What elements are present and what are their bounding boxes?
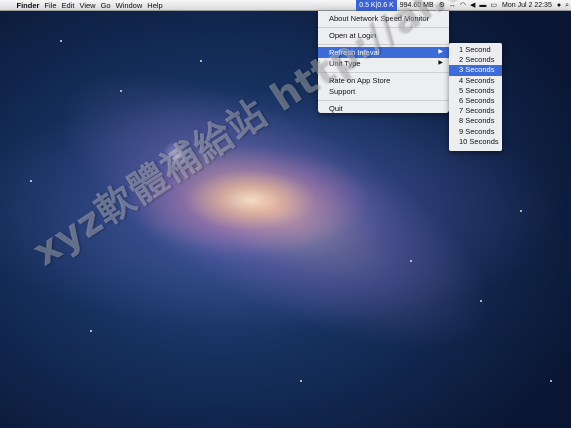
- star: [480, 300, 482, 302]
- star: [90, 330, 92, 332]
- submenu-arrow-icon: ▶: [438, 60, 443, 66]
- submenu-item-8[interactable]: 8 Seconds: [449, 116, 502, 126]
- star: [200, 60, 202, 62]
- submenu-item-3[interactable]: 3 Seconds: [449, 65, 502, 76]
- submenu-arrow-icon: ▶: [438, 49, 443, 55]
- menu-help[interactable]: Help: [145, 0, 165, 11]
- menu-view[interactable]: View: [77, 0, 98, 11]
- submenu-item-9[interactable]: 9 Seconds: [449, 127, 502, 137]
- refresh-interval-submenu: 1 Second 2 Seconds 3 Seconds 4 Seconds 5…: [449, 43, 502, 151]
- submenu-item-10[interactable]: 10 Seconds: [449, 137, 502, 147]
- menu-file[interactable]: File: [42, 0, 59, 11]
- star: [410, 260, 412, 262]
- spotlight-icon[interactable]: ⌕: [563, 0, 571, 11]
- submenu-item-6[interactable]: 6 Seconds: [449, 96, 502, 106]
- star: [30, 180, 32, 182]
- clock[interactable]: Mon Jul 2 22:35: [499, 0, 555, 11]
- flag-icon[interactable]: ▬: [477, 0, 488, 11]
- menu-edit[interactable]: Edit: [59, 0, 77, 11]
- star: [60, 40, 62, 42]
- submenu-item-1[interactable]: 1 Second: [449, 45, 502, 55]
- battery-icon[interactable]: ▭: [488, 0, 499, 11]
- submenu-item-5[interactable]: 5 Seconds: [449, 86, 502, 96]
- star: [550, 380, 552, 382]
- menu-window[interactable]: Window: [113, 0, 145, 11]
- menu-item-quit[interactable]: Quit: [318, 103, 449, 114]
- user-icon[interactable]: ●: [555, 0, 563, 11]
- menu-go[interactable]: Go: [98, 0, 113, 11]
- submenu-item-4[interactable]: 4 Seconds: [449, 76, 502, 86]
- submenu-item-2[interactable]: 2 Seconds: [449, 55, 502, 65]
- submenu-item-7[interactable]: 7 Seconds: [449, 106, 502, 116]
- star: [520, 210, 522, 212]
- star: [300, 380, 302, 382]
- menu-finder[interactable]: Finder: [14, 0, 42, 11]
- star: [120, 90, 122, 92]
- menu-bar: Finder File Edit View Go Window Help 0.5…: [0, 0, 571, 11]
- menu-separator: [318, 99, 449, 101]
